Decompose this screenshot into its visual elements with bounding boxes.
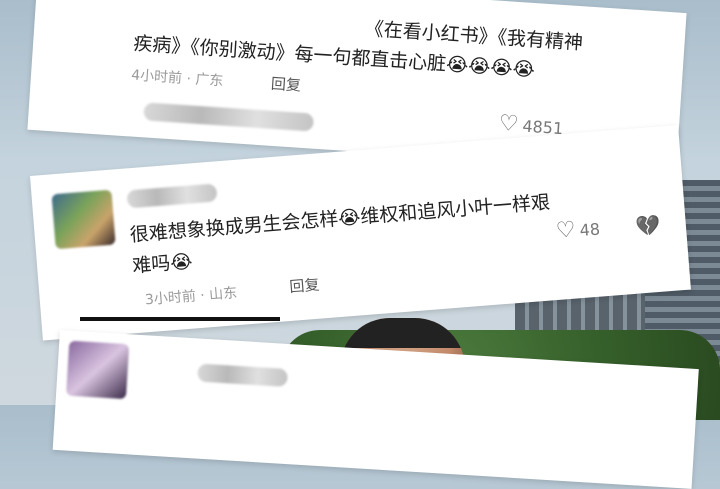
dislike-icon[interactable]: 💔: [635, 213, 662, 239]
person-hair: [340, 318, 465, 348]
reply-button[interactable]: 回复: [270, 73, 301, 96]
blurred-username: [126, 183, 218, 209]
comment-time: 3小时前 · 山东: [144, 285, 238, 309]
comment-time: 4小时前 · 广东: [130, 67, 224, 90]
comment-text-line2: 难吗😭: [131, 250, 194, 278]
heart-icon: ♡: [498, 110, 520, 138]
like-count: 48: [578, 218, 601, 240]
avatar: [51, 189, 116, 250]
heart-icon: ♡: [554, 217, 577, 244]
blurred-username: [197, 363, 289, 387]
reply-button[interactable]: 回复: [289, 274, 321, 297]
like-button[interactable]: ♡ 48: [554, 217, 601, 244]
divider: [80, 317, 280, 321]
blurred-username: [143, 102, 315, 132]
avatar: [66, 340, 130, 400]
